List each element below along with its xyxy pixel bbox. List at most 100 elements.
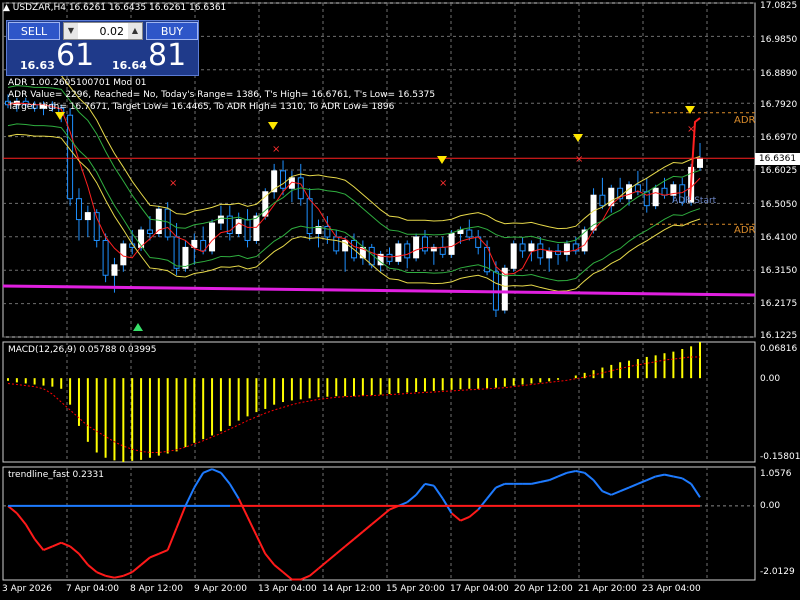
ask-price-small: 16.64 (112, 59, 147, 72)
time-label: 20 Apr 12:00 (514, 584, 573, 594)
trendline-segment (584, 472, 595, 481)
trendline-segment (78, 553, 89, 566)
ask-quote[interactable]: 16.64 81 (104, 39, 198, 75)
trendline-segment (51, 541, 62, 548)
adr-start-label: ADR Start (672, 196, 717, 206)
trendline-segment (531, 481, 541, 485)
trendline-segment (158, 549, 169, 555)
adr-high-label: ADR (734, 115, 756, 126)
time-label: 17 Apr 04:00 (450, 584, 509, 594)
trendline-segment (566, 469, 576, 474)
trendline-segment (273, 564, 284, 573)
trendline-segment (282, 571, 293, 581)
trendline-segment (602, 490, 612, 496)
candle-body (563, 243, 570, 255)
trendline-segment (424, 482, 435, 487)
candle-body (253, 215, 260, 241)
trendline-segment (495, 482, 506, 489)
sell-button[interactable]: SELL (8, 22, 60, 40)
trendline-segment (592, 479, 604, 492)
trendline-segment (300, 574, 311, 581)
candle-body (510, 243, 517, 269)
trendline-segment (105, 574, 115, 579)
current-price-tag: 16.6361 (755, 153, 800, 165)
trendline-segment (87, 564, 98, 573)
trendline-segment (646, 475, 657, 482)
candle-body (537, 243, 544, 259)
price-level: 16.3150 (760, 266, 798, 276)
panel-frame (2, 466, 756, 581)
lot-stepper-icon[interactable]: ▲ (128, 23, 142, 39)
trendline-segment (326, 552, 337, 562)
trendline-segment (433, 485, 444, 500)
trendline-segment (69, 545, 80, 555)
trendline-segment (335, 545, 346, 555)
macd-title: MACD(12,26,9) 0.05788 0.03995 (8, 345, 157, 355)
trendline-segment (690, 483, 701, 498)
symbol-ohlc: USDZAR,H4 16.6261 16.6435 16.6261 16.636… (12, 3, 227, 13)
candle-body (652, 187, 659, 207)
macd-scale-min: -0.15801 (760, 452, 800, 462)
trendline-segment (264, 553, 275, 566)
trendline-segment (184, 487, 196, 507)
adr-info-line-1: ADR 1.00.2605100701 Mod 01 (8, 78, 147, 88)
trendline-segment (415, 483, 426, 496)
bid-price-small: 16.63 (20, 59, 55, 72)
trendline-segment (655, 473, 665, 478)
cross-marker-icon: × (272, 144, 280, 155)
sell-signal-arrow-icon (268, 122, 278, 130)
sell-signal-arrow-icon (573, 134, 583, 142)
trendline-segment (628, 482, 639, 489)
trendline-segment (60, 541, 71, 548)
trendline-segment (220, 472, 231, 485)
sell-signal-arrow-icon (437, 156, 447, 164)
trendline-segment (33, 538, 45, 551)
price-level: 16.7920 (760, 100, 798, 110)
trendline-segment (96, 571, 106, 577)
candle-body (182, 246, 189, 269)
chart-header: ▲ USDZAR,H4 16.6261 16.6435 16.6261 16.6… (3, 3, 226, 13)
cross-marker-icon: × (575, 154, 583, 165)
price-level: 16.2175 (760, 299, 798, 309)
price-level: 16.8890 (760, 69, 798, 79)
trendline-segment (237, 498, 249, 518)
trendline-scale-max: 1.0576 (760, 469, 792, 479)
time-label: 9 Apr 20:00 (194, 584, 247, 594)
trendline-segment (681, 477, 692, 485)
lot-dropdown-icon[interactable]: ▼ (64, 23, 78, 39)
trendline-segment (211, 468, 222, 474)
trendline-segment (406, 494, 417, 504)
trendline-segment (379, 508, 391, 518)
trendline-segment (309, 567, 320, 577)
trendline-segment (24, 523, 36, 540)
candle-body (528, 243, 535, 252)
trendline-segment (548, 475, 559, 482)
cross-marker-icon: × (169, 178, 177, 189)
candle-body (448, 232, 455, 255)
trendline-segment (575, 469, 585, 474)
trendline-segment (619, 486, 630, 493)
trendline-segment (540, 479, 550, 483)
trendline-segment (228, 483, 240, 500)
trendline-segment (202, 468, 213, 474)
trendline-segment (557, 471, 568, 478)
candle-body (395, 243, 402, 262)
trendline-segment (166, 527, 178, 551)
candle-body (546, 250, 553, 259)
cross-marker-icon: × (439, 178, 447, 189)
one-click-trading-panel: SELL ▼ 0.02 ▲ BUY 16.63 61 16.64 81 (6, 20, 199, 76)
candle-body (439, 246, 446, 255)
trendline-segment (7, 505, 18, 515)
adr-low-label: ADR (734, 225, 756, 236)
candle-body (102, 239, 109, 276)
macd-scale-max: 0.06816 (760, 344, 798, 354)
trendline-segment (246, 516, 258, 536)
price-level: 16.4100 (760, 233, 798, 243)
trendline-segment (362, 523, 373, 533)
time-label: 23 Apr 04:00 (642, 584, 701, 594)
bid-quote[interactable]: 16.63 61 (8, 39, 102, 75)
candle-body (111, 264, 118, 276)
trendline-segment (371, 516, 382, 526)
trendline-segment (610, 490, 621, 496)
trendline-segment (131, 564, 142, 573)
